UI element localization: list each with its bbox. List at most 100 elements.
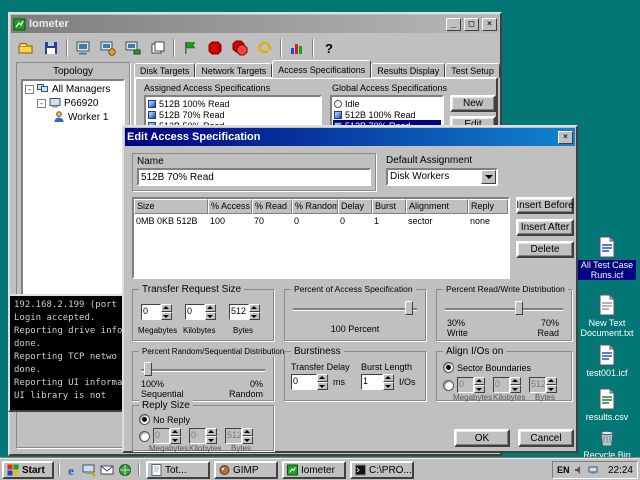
spin-down-button[interactable] — [249, 312, 260, 320]
spin-up-button[interactable] — [546, 377, 557, 385]
insert-after-button[interactable]: Insert After — [516, 219, 574, 236]
start-button[interactable]: Start — [2, 461, 54, 479]
spin-up-button[interactable] — [474, 377, 485, 385]
reply-kilobytes-spinner[interactable]: 0 — [189, 428, 217, 444]
list-item[interactable]: 512B 100% Read — [147, 98, 319, 109]
new-network-worker-button[interactable] — [121, 37, 145, 59]
taskbar-task-dos[interactable]: C:\PRO... — [350, 461, 414, 479]
desktop-icon-test001[interactable]: test001.icf — [578, 344, 636, 378]
desktop-icon-recycle-bin[interactable]: Recycle Bin — [578, 426, 636, 460]
spin-up-button[interactable] — [205, 304, 216, 312]
align-kilobytes-spinner[interactable]: 0 — [493, 377, 521, 393]
quicklaunch-ie-icon[interactable]: e — [62, 461, 79, 478]
expander-icon[interactable]: - — [25, 85, 34, 94]
transfer-delay-input[interactable]: 0 — [291, 374, 328, 390]
start-tests-button[interactable] — [178, 37, 202, 59]
tree-item-manager[interactable]: - P66920 — [24, 96, 122, 110]
tree-item-all-managers[interactable]: - All Managers — [24, 82, 122, 96]
quicklaunch-desktop-icon[interactable] — [80, 461, 97, 478]
ok-button[interactable]: OK — [454, 429, 510, 447]
taskbar-task-iometer[interactable]: Iometer — [282, 461, 346, 479]
save-file-button[interactable] — [39, 37, 63, 59]
tab-disk-targets[interactable]: Disk Targets — [134, 63, 195, 78]
slider-thumb[interactable] — [405, 301, 413, 315]
name-input[interactable] — [137, 168, 371, 186]
language-indicator[interactable]: EN — [557, 465, 570, 475]
spin-down-button[interactable] — [474, 385, 485, 393]
maximize-button[interactable]: □ — [464, 18, 479, 31]
random-sequential-slider[interactable] — [141, 361, 265, 377]
tab-test-setup[interactable]: Test Setup — [445, 63, 500, 78]
results-display-button[interactable] — [285, 37, 309, 59]
new-manager-button[interactable] — [71, 37, 95, 59]
percent-access-slider[interactable] — [293, 300, 417, 316]
no-reply-radio[interactable] — [139, 414, 150, 425]
burst-length-input[interactable]: 1 — [361, 374, 394, 390]
spin-up-button[interactable] — [249, 304, 260, 312]
transfer-bytes-spinner[interactable]: 512 — [229, 304, 260, 320]
taskbar-task-1[interactable]: Tot... — [146, 461, 210, 479]
new-disk-worker-button[interactable] — [96, 37, 120, 59]
duplicate-worker-button[interactable] — [146, 37, 170, 59]
help-button[interactable]: ? — [317, 37, 341, 59]
spin-up-button[interactable] — [161, 304, 172, 312]
align-custom-radio[interactable] — [443, 380, 454, 391]
new-button[interactable]: New — [450, 95, 496, 112]
stop-test-button[interactable] — [203, 37, 227, 59]
spin-up-button[interactable] — [383, 374, 394, 382]
desktop-icon-results-csv[interactable]: results.csv — [578, 388, 636, 422]
desktop-icon-new-text-document[interactable]: New Text Document.txt — [578, 294, 636, 338]
tab-network-targets[interactable]: Network Targets — [195, 63, 272, 78]
spin-down-button[interactable] — [206, 436, 217, 444]
minimize-button[interactable]: _ — [446, 18, 461, 31]
list-item[interactable]: 512B 100% Read — [333, 109, 441, 120]
spin-down-button[interactable] — [205, 312, 216, 320]
list-item[interactable]: 512B 70% Read — [147, 109, 319, 120]
spin-up-button[interactable] — [242, 428, 253, 436]
spin-up-button[interactable] — [206, 428, 217, 436]
tray-network-icon[interactable] — [588, 465, 598, 475]
transfer-kilobytes-spinner[interactable]: 0 — [185, 304, 216, 320]
spin-up-button[interactable] — [170, 428, 181, 436]
slider-thumb[interactable] — [515, 301, 523, 315]
close-button[interactable]: × — [482, 18, 497, 31]
chevron-down-icon[interactable] — [481, 170, 496, 184]
expander-icon[interactable]: - — [37, 99, 46, 108]
spin-down-button[interactable] — [383, 382, 394, 390]
spec-table-row[interactable]: 0MB 0KB 512B 100 70 0 0 1 sector none — [134, 215, 508, 228]
align-megabytes-spinner[interactable]: 0 — [457, 377, 485, 393]
spin-up-button[interactable] — [510, 377, 521, 385]
align-bytes-spinner[interactable]: 512 — [529, 377, 557, 393]
list-item[interactable]: Idle — [333, 98, 441, 109]
spin-down-button[interactable] — [161, 312, 172, 320]
slider-thumb[interactable] — [144, 362, 152, 376]
quicklaunch-globe-icon[interactable] — [116, 461, 133, 478]
reply-megabytes-spinner[interactable]: 0 — [153, 428, 181, 444]
default-assignment-select[interactable]: Disk Workers — [386, 168, 498, 186]
tab-access-specifications[interactable]: Access Specifications — [272, 60, 371, 78]
tray-volume-icon[interactable] — [574, 465, 584, 475]
spin-down-button[interactable] — [510, 385, 521, 393]
tree-item-worker[interactable]: Worker 1 — [24, 110, 122, 124]
stop-all-tests-button[interactable] — [228, 37, 252, 59]
transfer-megabytes-spinner[interactable]: 0 — [141, 304, 172, 320]
spin-up-button[interactable] — [317, 374, 328, 382]
insert-before-button[interactable]: Insert Before — [516, 197, 574, 214]
cancel-button[interactable]: Cancel — [518, 429, 574, 447]
open-file-button[interactable] — [14, 37, 38, 59]
close-icon[interactable]: × — [558, 131, 573, 144]
spin-down-button[interactable] — [170, 436, 181, 444]
reply-bytes-spinner[interactable]: 512 — [225, 428, 253, 444]
tab-results-display[interactable]: Results Display — [371, 63, 445, 78]
taskbar-task-gimp[interactable]: GIMP — [214, 461, 278, 479]
spin-down-button[interactable] — [242, 436, 253, 444]
desktop-icon-all-test-case-runs[interactable]: All Test Case Runs.icf — [578, 236, 636, 280]
spin-down-button[interactable] — [546, 385, 557, 393]
read-write-slider[interactable] — [445, 300, 563, 316]
quicklaunch-mail-icon[interactable] — [98, 461, 115, 478]
spin-down-button[interactable] — [317, 382, 328, 390]
reply-custom-radio[interactable] — [139, 431, 150, 442]
reset-workers-button[interactable] — [253, 37, 277, 59]
sector-boundaries-radio[interactable] — [443, 362, 454, 373]
delete-button[interactable]: Delete — [516, 241, 574, 258]
